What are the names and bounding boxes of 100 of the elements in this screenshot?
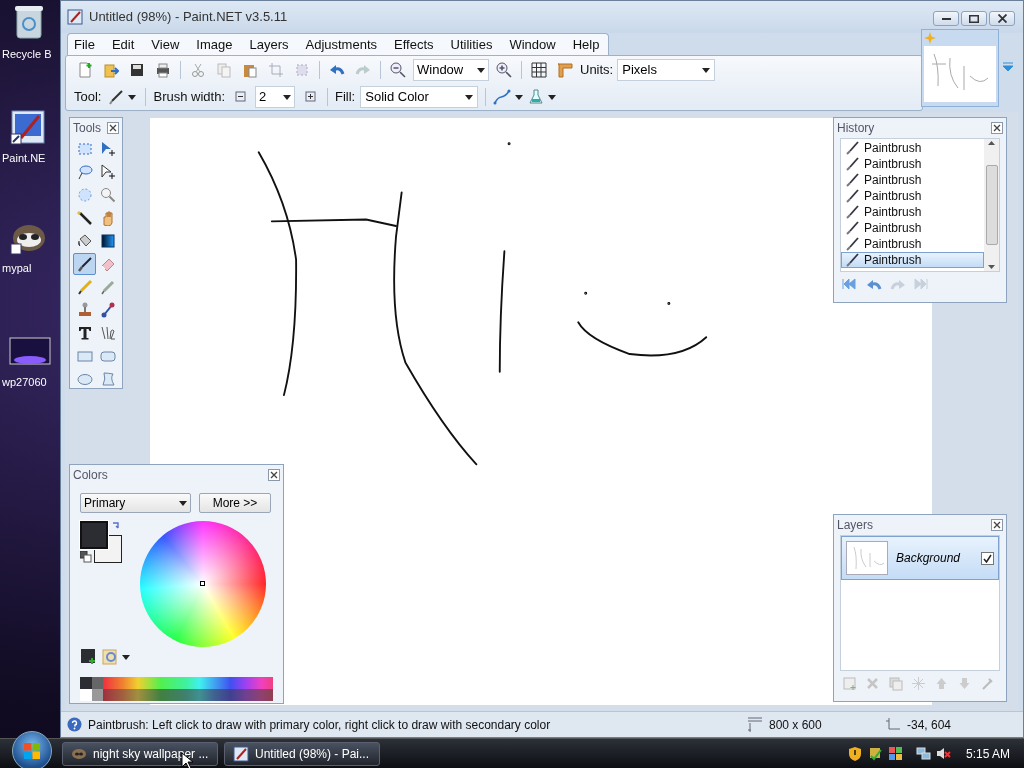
layer-visibility-checkbox[interactable] <box>981 551 994 565</box>
canvas-thumbnail <box>924 46 996 102</box>
desktop-icon-label[interactable]: mypal <box>0 260 32 277</box>
line-curve-icon <box>100 325 116 341</box>
grid-icon <box>531 62 547 78</box>
menu-item[interactable]: Adjustments <box>305 34 378 55</box>
dropdown-arrow-icon <box>465 94 474 100</box>
delete-x-icon <box>865 676 880 691</box>
shield-warning-icon <box>847 746 863 761</box>
dropdown-arrow-icon <box>477 67 485 73</box>
properties-icon <box>980 676 995 691</box>
history-item[interactable]: Paintbrush <box>841 252 984 268</box>
tray-icon-button[interactable] <box>935 745 952 762</box>
start-button[interactable] <box>12 730 52 768</box>
text-tool-icon <box>76 325 93 341</box>
taskbar-button[interactable]: Untitled (98%) - Pai... <box>224 741 380 766</box>
tool-button[interactable] <box>73 253 96 275</box>
open-icon <box>103 62 119 78</box>
undo-button[interactable] <box>866 277 884 291</box>
menu-item[interactable]: Layers <box>249 34 289 55</box>
magnifier-icon <box>100 187 116 203</box>
grid-button[interactable] <box>528 59 550 81</box>
color-wheel-marker[interactable] <box>200 581 205 586</box>
maximize-icon <box>969 14 979 23</box>
close-icon <box>997 14 1007 23</box>
history-item[interactable]: Paintbrush <box>841 140 984 156</box>
tray-icon-button[interactable] <box>847 745 864 762</box>
rectangle-select-icon <box>76 141 93 157</box>
checkmark-icon <box>983 553 992 563</box>
color-mode-dropdown[interactable]: Primary <box>80 493 191 513</box>
app-icon <box>67 9 83 25</box>
speaker-muted-icon <box>935 746 951 761</box>
history-item[interactable]: Paintbrush <box>841 220 984 236</box>
add-color-icon <box>81 649 97 665</box>
layer-item[interactable]: Background <box>841 536 999 580</box>
desktop-icon-label[interactable]: Recycle B <box>0 46 52 63</box>
close-button[interactable] <box>107 122 119 134</box>
security-check-icon <box>867 746 883 761</box>
menu-item[interactable]: Utilities <box>450 34 493 55</box>
close-button[interactable] <box>268 469 280 481</box>
desktop-icon-label[interactable]: Paint.NE <box>0 150 46 167</box>
scroll-up-icon <box>988 141 995 145</box>
expand-arrow-icon <box>1002 62 1014 72</box>
taskbar-button[interactable]: night sky wallpaper ... <box>62 741 218 766</box>
brush-icon <box>846 157 860 171</box>
recolor-icon <box>100 302 116 318</box>
color-palette[interactable] <box>80 677 273 701</box>
dropdown-arrow-icon <box>179 500 187 506</box>
clock: 5:15 AM <box>965 745 1010 763</box>
history-item[interactable]: Paintbrush <box>841 236 984 252</box>
close-button[interactable] <box>989 11 1015 26</box>
tray-icon-button[interactable] <box>867 745 884 762</box>
fill-dropdown[interactable]: Solid Color <box>360 86 479 108</box>
paste-icon <box>242 62 258 78</box>
close-button[interactable] <box>991 122 1003 134</box>
curve-icon <box>493 89 512 105</box>
brush-icon <box>846 221 860 235</box>
image-size-icon <box>747 716 763 733</box>
reset-colors-icon <box>80 551 92 563</box>
desktop-icon-label[interactable]: wp27060 <box>0 374 47 391</box>
windows-flag-icon <box>23 741 41 760</box>
menu-item[interactable]: File <box>74 34 95 55</box>
history-item[interactable]: Paintbrush <box>841 172 984 188</box>
history-item[interactable]: Paintbrush <box>841 156 984 172</box>
ellipse-select-icon <box>76 187 93 203</box>
maximize-button[interactable] <box>961 11 987 26</box>
menu-item[interactable]: View <box>151 34 180 55</box>
menu-item[interactable]: Help <box>572 34 600 55</box>
freeform-shape-icon <box>100 371 116 387</box>
menu-item[interactable]: Window <box>509 34 556 55</box>
tray-icon-button[interactable] <box>915 745 932 762</box>
menu-item[interactable]: Effects <box>394 34 434 55</box>
units-dropdown[interactable]: Pixels <box>617 59 716 81</box>
more-button[interactable]: More >> <box>199 493 271 513</box>
stamp-icon <box>76 302 93 318</box>
primary-color-swatch[interactable] <box>80 521 108 549</box>
menu-item[interactable]: Image <box>196 34 233 55</box>
network-icon <box>915 746 931 761</box>
menu-item[interactable]: Edit <box>111 34 135 55</box>
copy-icon <box>216 62 232 78</box>
history-item[interactable]: Paintbrush <box>841 204 984 220</box>
palette-menu-button[interactable] <box>102 649 130 665</box>
palette-title: Colors <box>73 467 108 484</box>
close-button[interactable] <box>991 519 1003 531</box>
wand-icon <box>76 210 93 226</box>
units-label: Units: <box>580 61 614 80</box>
lasso-icon <box>76 164 93 180</box>
tray-icon-button[interactable] <box>887 745 904 762</box>
rounded-rectangle-icon <box>100 348 116 364</box>
add-color-button[interactable] <box>81 649 97 665</box>
dropdown-arrow-icon <box>283 94 291 100</box>
history-item[interactable]: Paintbrush <box>841 188 984 204</box>
decrease-icon <box>233 89 247 105</box>
brush-width-dropdown[interactable]: 2 <box>255 86 295 108</box>
security-center-icon <box>887 746 903 761</box>
increase-icon <box>303 89 317 105</box>
pencil-icon <box>76 279 93 295</box>
scroll-down-icon <box>988 265 995 269</box>
minimize-button[interactable] <box>933 11 959 26</box>
zoom-dropdown[interactable]: Window <box>413 59 489 81</box>
